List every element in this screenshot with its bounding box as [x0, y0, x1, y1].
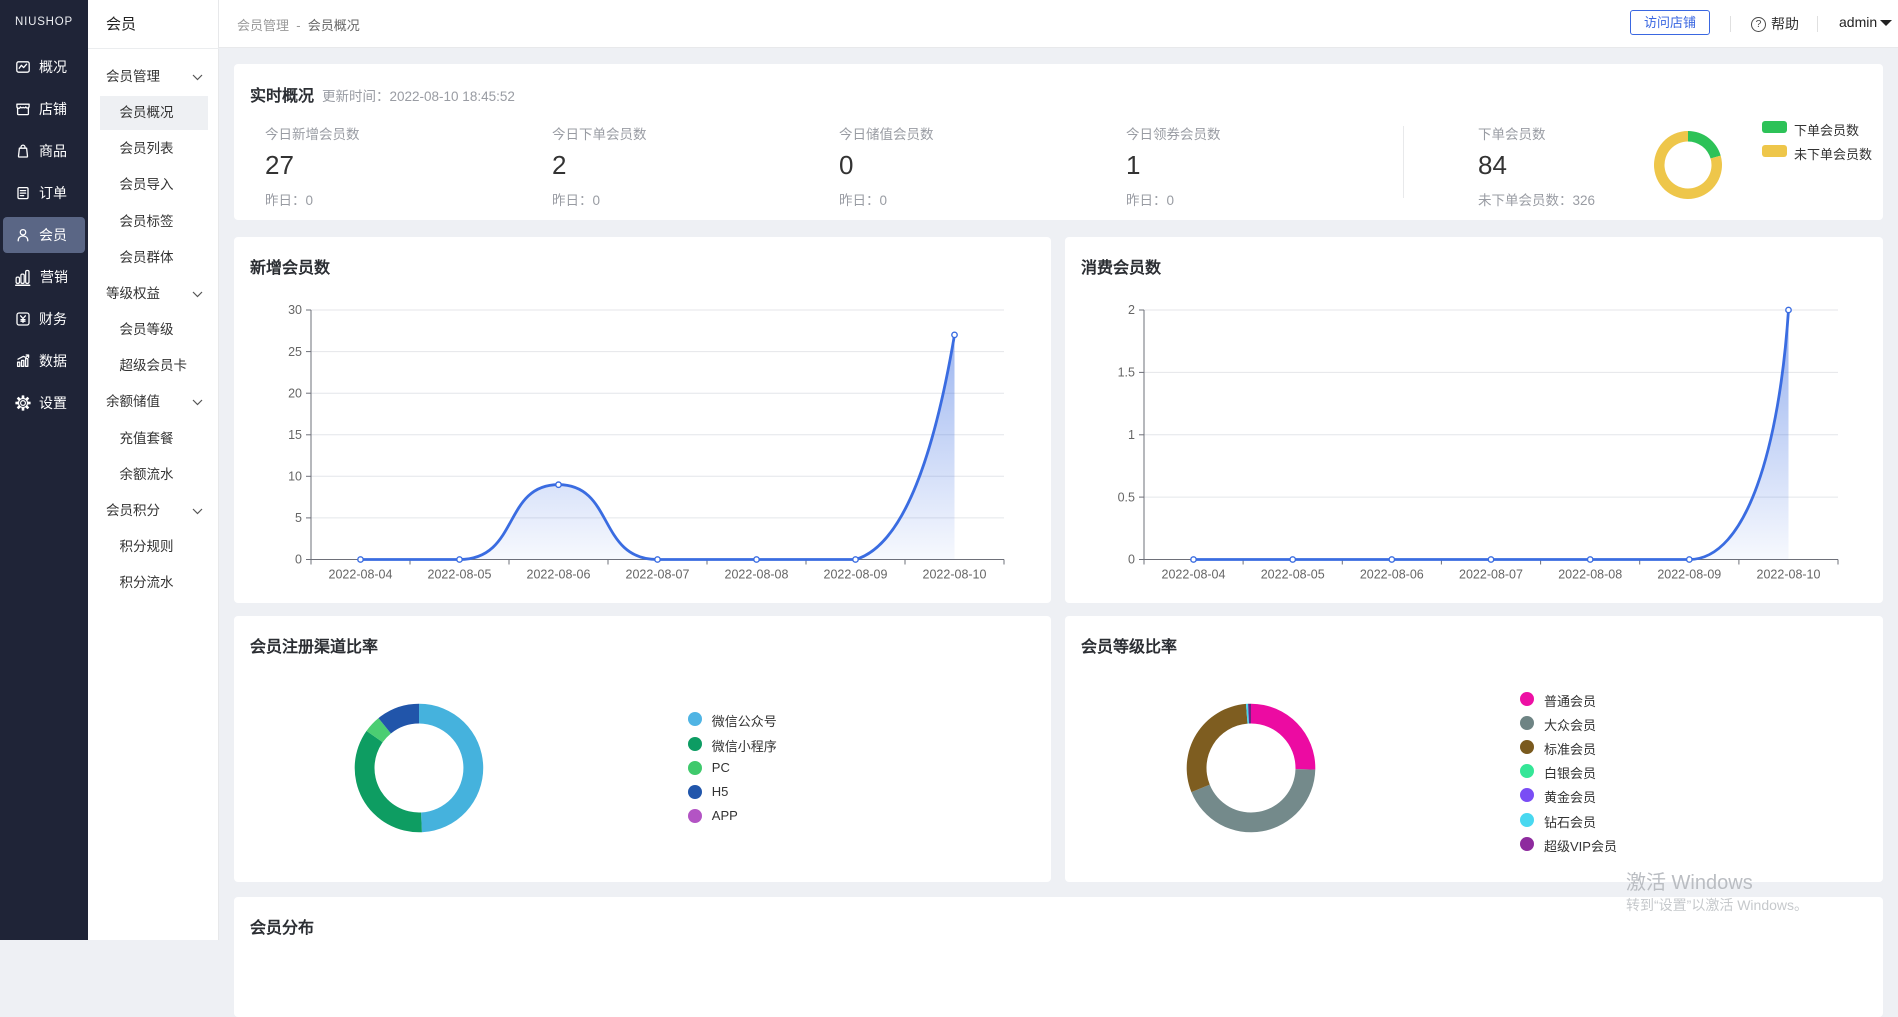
svg-text:15: 15: [288, 428, 302, 442]
svg-text:2022-08-06: 2022-08-06: [527, 568, 591, 582]
svg-text:0: 0: [1128, 553, 1135, 567]
svg-text:2022-08-09: 2022-08-09: [1657, 568, 1721, 582]
svg-text:2022-08-05: 2022-08-05: [1261, 568, 1325, 582]
svg-text:2022-08-04: 2022-08-04: [329, 568, 393, 582]
svg-text:2022-08-10: 2022-08-10: [1757, 568, 1821, 582]
svg-text:2022-08-05: 2022-08-05: [428, 568, 492, 582]
svg-text:1: 1: [1128, 428, 1135, 442]
svg-text:2: 2: [1128, 303, 1135, 317]
svg-text:0.5: 0.5: [1118, 490, 1135, 504]
svg-text:20: 20: [288, 386, 302, 400]
svg-text:2022-08-06: 2022-08-06: [1360, 568, 1424, 582]
svg-text:5: 5: [295, 511, 302, 525]
svg-text:30: 30: [288, 303, 302, 317]
svg-text:0: 0: [295, 553, 302, 567]
svg-text:25: 25: [288, 345, 302, 359]
svg-text:2022-08-04: 2022-08-04: [1162, 568, 1226, 582]
svg-text:2022-08-08: 2022-08-08: [725, 568, 789, 582]
svg-text:2022-08-07: 2022-08-07: [1459, 568, 1523, 582]
svg-text:10: 10: [288, 470, 302, 484]
svg-text:1.5: 1.5: [1118, 366, 1135, 380]
svg-text:2022-08-07: 2022-08-07: [626, 568, 690, 582]
svg-text:2022-08-08: 2022-08-08: [1558, 568, 1622, 582]
svg-text:2022-08-09: 2022-08-09: [824, 568, 888, 582]
svg-text:2022-08-10: 2022-08-10: [923, 568, 987, 582]
